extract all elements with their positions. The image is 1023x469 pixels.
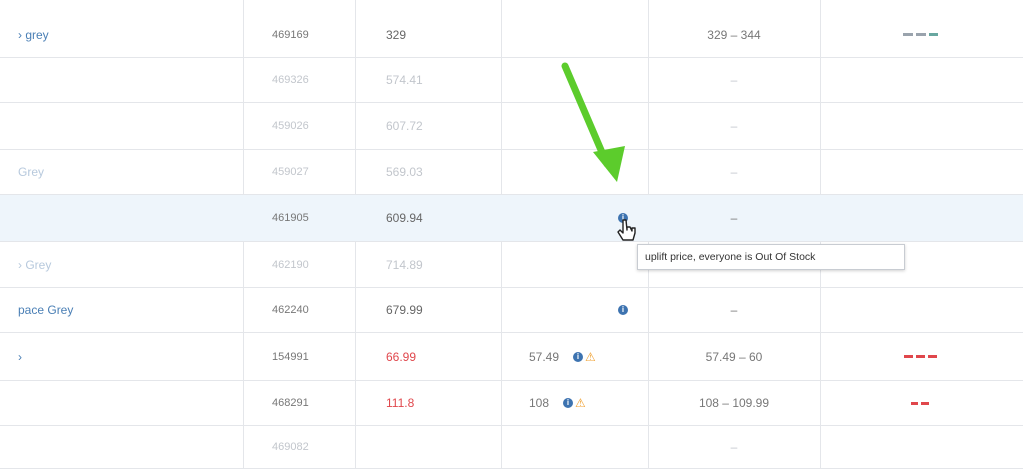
tooltip-text: uplift price, everyone is Out Of Stock — [645, 251, 816, 263]
price-range-cell: 57.49 – 60 — [705, 349, 763, 364]
pointer-cursor-icon — [617, 219, 636, 241]
green-annotation-arrow — [561, 62, 625, 182]
product-name-link[interactable]: › grey — [18, 12, 49, 57]
price-range-cell: – — [730, 73, 738, 87]
table-row: › grey 469169 329 329 – 344 — [0, 12, 1023, 58]
info-icon[interactable]: i — [563, 398, 574, 408]
product-name-link[interactable]: › — [18, 333, 22, 380]
table-row: 469082 – — [0, 426, 1023, 469]
info-icon[interactable]: i — [573, 351, 584, 362]
trend-dash — [903, 355, 913, 358]
market-price-value: 108 — [529, 396, 550, 410]
sku-cell: 469169 — [272, 28, 309, 41]
trend-dash — [911, 401, 918, 405]
price-range-cell: 329 – 344 — [707, 27, 761, 42]
price-cell: 66.99 — [386, 349, 417, 364]
price-cell: 679.99 — [386, 303, 423, 317]
trend-sparkline — [820, 195, 1023, 241]
market-price-cell: 57.49 i ⚠ — [505, 333, 645, 380]
price-range-cell: – — [730, 303, 738, 317]
trend-dash — [915, 33, 926, 36]
info-icon[interactable]: i — [618, 305, 628, 315]
table-row: › 154991 66.99 57.49 i ⚠ 57.49 – 60 — [0, 333, 1023, 381]
sku-cell: 459026 — [272, 120, 309, 132]
trend-sparkline — [820, 150, 1023, 194]
price-cell: 111.8 — [386, 396, 415, 410]
market-price-cell: 108 i ⚠ — [505, 381, 645, 425]
product-name-link[interactable]: Grey — [18, 150, 44, 194]
sku-cell: 154991 — [272, 350, 309, 363]
product-name-link[interactable]: pace Grey — [18, 288, 73, 332]
trend-sparkline — [820, 103, 1023, 149]
trend-sparkline — [820, 426, 1023, 468]
sku-cell: 469082 — [272, 441, 309, 453]
price-range-cell: – — [730, 211, 738, 225]
table-row: 468291 111.8 108 i ⚠ 108 – 109.99 — [0, 381, 1023, 426]
price-cell: 574.41 — [386, 73, 423, 87]
trend-sparkline — [820, 288, 1023, 332]
warning-icon: ⚠ — [585, 349, 596, 364]
sku-cell: 468291 — [272, 397, 309, 409]
price-cell: 609.94 — [386, 211, 423, 225]
table-row: 459026 607.72 – — [0, 103, 1023, 150]
price-range-cell: – — [730, 165, 738, 179]
price-cell: 607.72 — [386, 119, 423, 133]
price-range-cell: – — [730, 440, 738, 454]
price-range-cell: – — [730, 119, 738, 133]
trend-dash — [902, 33, 913, 36]
warning-icon: ⚠ — [575, 396, 586, 410]
product-name-link[interactable]: › Grey — [18, 242, 51, 287]
tooltip: uplift price, everyone is Out Of Stock — [637, 244, 905, 270]
trend-sparkline — [820, 333, 1023, 380]
trend-sparkline — [820, 12, 1023, 57]
price-cell — [386, 426, 466, 468]
trend-sparkline — [820, 381, 1023, 425]
trend-sparkline — [820, 58, 1023, 102]
table-row: 469326 574.41 – — [0, 58, 1023, 103]
sku-cell: 469326 — [272, 74, 309, 86]
table-row: Grey 459027 569.03 – — [0, 150, 1023, 195]
sku-cell: 462240 — [272, 304, 309, 316]
price-range-cell: 108 – 109.99 — [698, 396, 770, 410]
market-price-value: 57.49 — [529, 349, 560, 364]
sku-cell: 462190 — [272, 258, 309, 271]
trend-dash — [928, 33, 938, 36]
trend-dash — [921, 401, 929, 405]
sku-cell: 459027 — [272, 166, 309, 178]
price-cell: 329 — [386, 27, 407, 42]
table-row: pace Grey 462240 679.99 i – — [0, 288, 1023, 333]
sku-cell: 461905 — [272, 212, 309, 224]
price-cell: 569.03 — [386, 165, 423, 179]
trend-dash — [927, 355, 937, 358]
price-cell: 714.89 — [386, 257, 423, 272]
trend-dash — [915, 355, 925, 358]
table-row: 461905 609.94 i – — [0, 195, 1023, 242]
